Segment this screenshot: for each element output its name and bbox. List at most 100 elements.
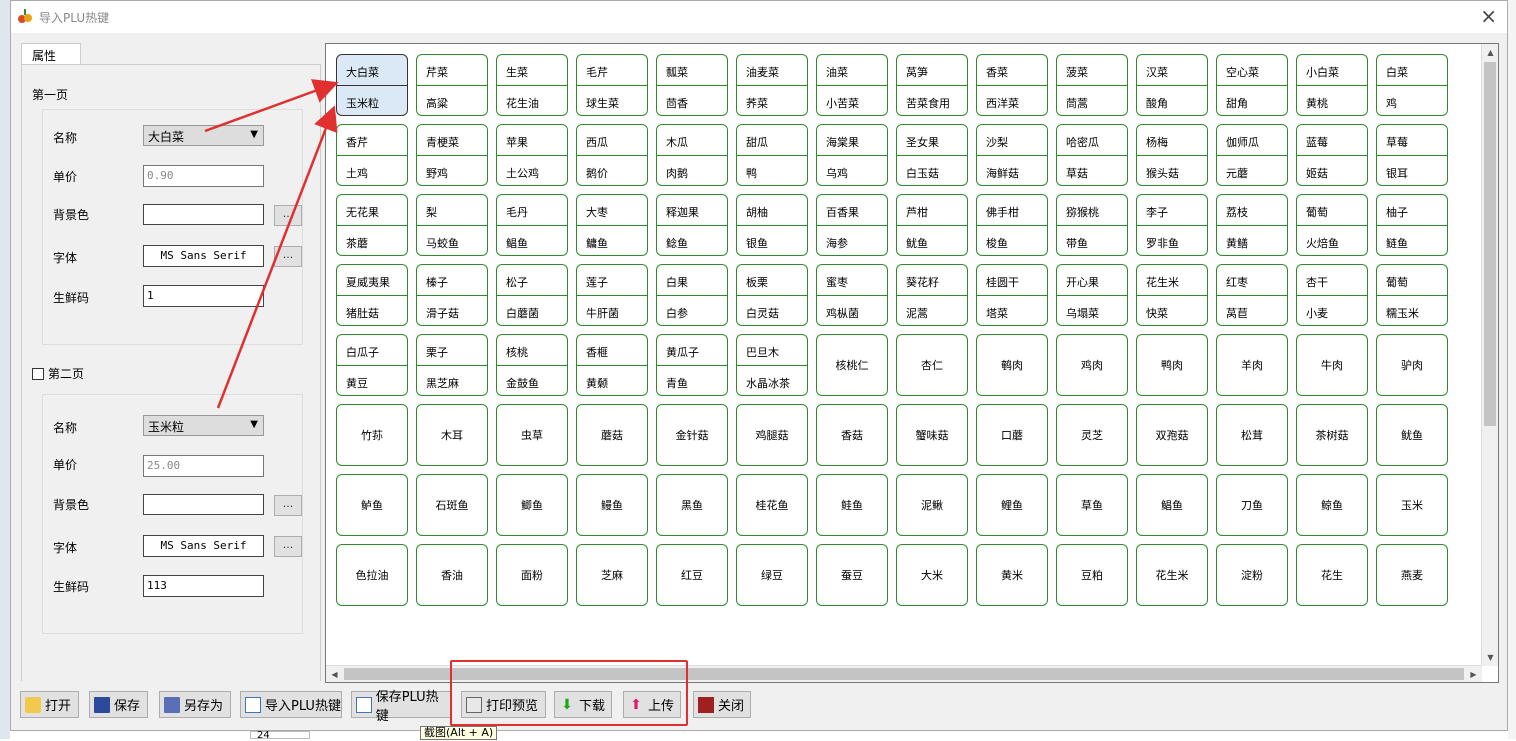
plu-key[interactable]: 白菜鸡 bbox=[1376, 54, 1448, 116]
page2-toggle[interactable]: 第二页 bbox=[32, 365, 84, 382]
page2-bg-color-button[interactable]: ... bbox=[274, 495, 302, 516]
plu-key[interactable]: 小白菜 黄桃 bbox=[1296, 54, 1368, 116]
plu-key[interactable]: 白瓜子 黄豆 bbox=[336, 334, 408, 396]
plu-key[interactable]: 刀鱼 bbox=[1216, 474, 1288, 536]
plu-key[interactable]: 大米 bbox=[896, 544, 968, 606]
page1-bg-color-button[interactable]: ... bbox=[274, 205, 302, 226]
plu-key[interactable]: 蘑菇 bbox=[576, 404, 648, 466]
plu-key[interactable]: 玉米 bbox=[1376, 474, 1448, 536]
plu-key[interactable]: 鸡腿菇 bbox=[736, 404, 808, 466]
plu-key[interactable]: 汉菜 酸角 bbox=[1136, 54, 1208, 116]
plu-key[interactable]: 鸡肉 bbox=[1056, 334, 1128, 396]
plu-key[interactable]: 白果 白参 bbox=[656, 264, 728, 326]
plu-key[interactable]: 红枣 莴苣 bbox=[1216, 264, 1288, 326]
plu-key[interactable]: 大白菜 玉米粒 bbox=[336, 54, 408, 116]
plu-key[interactable]: 鲸鱼 bbox=[1296, 474, 1368, 536]
plu-key[interactable]: 鱿鱼 bbox=[1376, 404, 1448, 466]
plu-key[interactable]: 榛子 滑子菇 bbox=[416, 264, 488, 326]
page2-checkbox[interactable] bbox=[32, 368, 44, 380]
plu-key[interactable]: 鲑鱼 bbox=[816, 474, 888, 536]
plu-key[interactable]: 板栗 白灵菇 bbox=[736, 264, 808, 326]
plu-key[interactable]: 释迦果 鲶鱼 bbox=[656, 194, 728, 256]
plu-key[interactable]: 毛芹 球生菜 bbox=[576, 54, 648, 116]
plu-key[interactable]: 驴肉 bbox=[1376, 334, 1448, 396]
plu-key[interactable]: 鹌肉 bbox=[976, 334, 1048, 396]
plu-key[interactable]: 海棠果 乌鸡 bbox=[816, 124, 888, 186]
plu-key[interactable]: 香芹 土鸡 bbox=[336, 124, 408, 186]
plu-key[interactable]: 黑鱼 bbox=[656, 474, 728, 536]
plu-key[interactable]: 鸭肉 bbox=[1136, 334, 1208, 396]
plu-key[interactable]: 胡柚 银鱼 bbox=[736, 194, 808, 256]
plu-key[interactable]: 莲子 牛肝菌 bbox=[576, 264, 648, 326]
plu-key[interactable]: 绿豆 bbox=[736, 544, 808, 606]
plu-key[interactable]: 鳗鱼 bbox=[576, 474, 648, 536]
plu-key[interactable]: 鲫鱼 bbox=[496, 474, 568, 536]
plu-key[interactable]: 夏威夷果 猪肚菇 bbox=[336, 264, 408, 326]
plu-key[interactable]: 柚子 鲢鱼 bbox=[1376, 194, 1448, 256]
plu-key[interactable]: 淀粉 bbox=[1216, 544, 1288, 606]
plu-key[interactable]: 草莓 银耳 bbox=[1376, 124, 1448, 186]
plu-key[interactable]: 木瓜 肉鹅 bbox=[656, 124, 728, 186]
plu-key[interactable]: 佛手柑 梭鱼 bbox=[976, 194, 1048, 256]
plu-key[interactable]: 芝麻 bbox=[576, 544, 648, 606]
plu-key[interactable]: 羊肉 bbox=[1216, 334, 1288, 396]
plu-key[interactable]: 蓝莓 姬菇 bbox=[1296, 124, 1368, 186]
page1-name-select[interactable]: 大白菜 ▼ bbox=[143, 125, 264, 146]
plu-key[interactable]: 桂圆干 塔菜 bbox=[976, 264, 1048, 326]
plu-key[interactable]: 核桃 金鼓鱼 bbox=[496, 334, 568, 396]
page2-code-field[interactable]: 113 bbox=[143, 575, 264, 597]
scroll-right-icon[interactable]: ▶ bbox=[1465, 666, 1482, 683]
plu-key[interactable]: 豆粕 bbox=[1056, 544, 1128, 606]
scroll-up-icon[interactable]: ▲ bbox=[1482, 44, 1499, 61]
plu-key[interactable]: 李子 罗非鱼 bbox=[1136, 194, 1208, 256]
save-plu-button[interactable]: 保存PLU热键 bbox=[351, 690, 451, 724]
plu-key[interactable]: 花生米 bbox=[1136, 544, 1208, 606]
scroll-down-icon[interactable]: ▼ bbox=[1482, 649, 1499, 666]
plu-key[interactable]: 葡萄 火焙鱼 bbox=[1296, 194, 1368, 256]
plu-key[interactable]: 荔枝 黄鳝 bbox=[1216, 194, 1288, 256]
plu-key[interactable]: 伽师瓜 元蘑 bbox=[1216, 124, 1288, 186]
plu-key[interactable]: 虫草 bbox=[496, 404, 568, 466]
plu-key[interactable]: 灵芝 bbox=[1056, 404, 1128, 466]
plu-key[interactable]: 杨梅 猴头菇 bbox=[1136, 124, 1208, 186]
plu-key[interactable]: 杏干 小麦 bbox=[1296, 264, 1368, 326]
plu-key[interactable]: 沙梨 海鲜菇 bbox=[976, 124, 1048, 186]
plu-key[interactable]: 甜瓜鸭 bbox=[736, 124, 808, 186]
plu-key[interactable]: 空心菜 甜角 bbox=[1216, 54, 1288, 116]
plu-key[interactable]: 核桃仁 bbox=[816, 334, 888, 396]
plu-key[interactable]: 茶树菇 bbox=[1296, 404, 1368, 466]
page1-bg-color-field[interactable] bbox=[143, 204, 264, 225]
plu-key[interactable]: 无花果 茶蘑 bbox=[336, 194, 408, 256]
plu-key[interactable]: 燕麦 bbox=[1376, 544, 1448, 606]
plu-key[interactable]: 苹果 土公鸡 bbox=[496, 124, 568, 186]
plu-key[interactable]: 鲳鱼 bbox=[1136, 474, 1208, 536]
plu-key[interactable]: 香榧 黄颡 bbox=[576, 334, 648, 396]
plu-key[interactable]: 口蘑 bbox=[976, 404, 1048, 466]
plu-key[interactable]: 花生 bbox=[1296, 544, 1368, 606]
plu-key[interactable]: 瓢菜 茴香 bbox=[656, 54, 728, 116]
plu-key[interactable]: 香菇 bbox=[816, 404, 888, 466]
plu-key[interactable]: 花生米 快菜 bbox=[1136, 264, 1208, 326]
plu-key[interactable]: 栗子 黑芝麻 bbox=[416, 334, 488, 396]
plu-key[interactable]: 巴旦木 水晶冰茶 bbox=[736, 334, 808, 396]
plu-key[interactable]: 大枣 鳙鱼 bbox=[576, 194, 648, 256]
plu-key[interactable]: 面粉 bbox=[496, 544, 568, 606]
page1-font-field[interactable]: MS Sans Serif bbox=[143, 245, 264, 267]
plu-key[interactable]: 鲈鱼 bbox=[336, 474, 408, 536]
plu-key[interactable]: 百香果 海参 bbox=[816, 194, 888, 256]
plu-key[interactable]: 葡萄 糯玉米 bbox=[1376, 264, 1448, 326]
plu-key[interactable]: 双孢菇 bbox=[1136, 404, 1208, 466]
plu-key[interactable]: 芦柑 鱿鱼 bbox=[896, 194, 968, 256]
plu-key[interactable]: 杏仁 bbox=[896, 334, 968, 396]
vertical-scroll-thumb[interactable] bbox=[1484, 62, 1496, 426]
plu-key[interactable]: 木耳 bbox=[416, 404, 488, 466]
tab-properties[interactable]: 属性 bbox=[21, 43, 81, 65]
plu-key[interactable]: 梨马蛟鱼 bbox=[416, 194, 488, 256]
plu-key[interactable]: 草鱼 bbox=[1056, 474, 1128, 536]
plu-key[interactable]: 菠菜 茼蒿 bbox=[1056, 54, 1128, 116]
plu-key[interactable]: 红豆 bbox=[656, 544, 728, 606]
plu-key[interactable]: 蚕豆 bbox=[816, 544, 888, 606]
plu-key[interactable]: 松子 白蘑菌 bbox=[496, 264, 568, 326]
page2-font-button[interactable]: ... bbox=[274, 536, 302, 557]
page2-bg-color-field[interactable] bbox=[143, 494, 264, 515]
